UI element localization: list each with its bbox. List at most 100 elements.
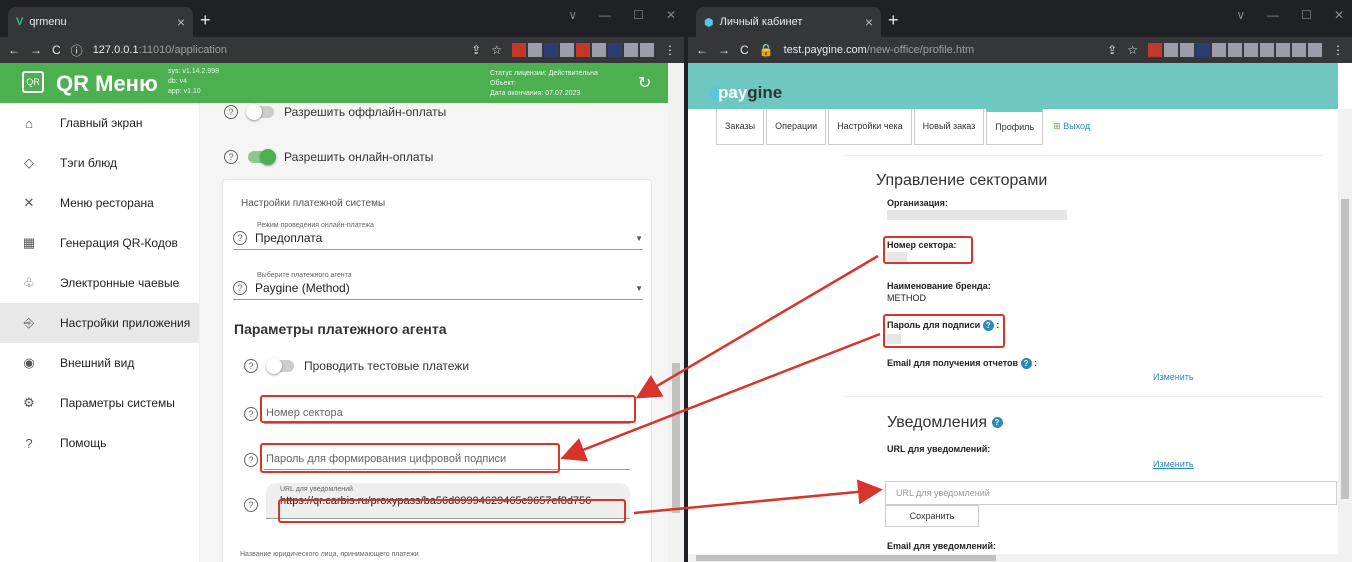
- tab-strip: ⬢ Личный кабинет × + ∨ — ☐ ✕: [688, 0, 1352, 37]
- tab-title: qrmenu: [29, 16, 67, 28]
- url-field[interactable]: 127.0.0.1:11010/application: [93, 44, 227, 56]
- sidebar-item-help[interactable]: ? Помощь: [0, 423, 199, 463]
- close-tab-icon[interactable]: ×: [865, 14, 873, 30]
- scrollbar[interactable]: [1338, 109, 1352, 562]
- sector-help: ?: [244, 407, 258, 421]
- minimize-icon[interactable]: —: [599, 8, 611, 22]
- chevron-down-icon[interactable]: ∨: [1236, 8, 1245, 22]
- settings-app-icon: ⎆: [23, 315, 35, 330]
- sidebar-item-qr[interactable]: ▦ Генерация QR-Кодов: [0, 223, 199, 263]
- tab-logout[interactable]: ⊞ Выход: [1045, 109, 1099, 145]
- payment-mode-select[interactable]: Режим проведения онлайн-платежа ? Предопл…: [233, 222, 643, 250]
- reload-icon[interactable]: C: [740, 43, 749, 57]
- url-field[interactable]: test.paygine.com/new-office/profile.htm: [784, 44, 975, 56]
- lock-icon[interactable]: 🔒: [759, 43, 774, 57]
- help-icon[interactable]: ?: [244, 453, 258, 467]
- sidebar-item-menu[interactable]: ✕ Меню ресторана: [0, 183, 199, 223]
- paygine-favicon-icon: ⬢: [704, 16, 714, 29]
- new-tab-button[interactable]: +: [200, 10, 211, 31]
- chevron-down-icon[interactable]: ∨: [568, 8, 577, 22]
- minimize-icon[interactable]: —: [1267, 8, 1279, 22]
- close-tab-icon[interactable]: ×: [177, 14, 185, 30]
- card-title: Настройки платежной системы: [241, 198, 386, 209]
- caret-down-icon: ▼: [635, 283, 643, 293]
- sidebar: ⌂ Главный экран ◇ Тэги блюд ✕ Меню ресторан…: [0, 103, 200, 562]
- horizontal-scrollbar[interactable]: [688, 554, 1338, 562]
- scrollbar[interactable]: [668, 63, 684, 562]
- share-icon[interactable]: ⇪: [471, 43, 481, 57]
- app-header: QR QR Меню sys: v1.14.2.998 db: v4 app: v1…: [0, 63, 668, 103]
- tab-orders[interactable]: Заказы: [716, 109, 765, 145]
- agent-params-title: Параметры платежного агента: [234, 321, 447, 337]
- cutlery-icon: ✕: [23, 195, 35, 210]
- browser-tab-qrmenu[interactable]: V qrmenu ×: [8, 7, 193, 37]
- forward-icon[interactable]: →: [30, 43, 42, 57]
- online-payments-toggle[interactable]: [248, 149, 276, 165]
- help-icon: ?: [233, 231, 247, 245]
- info-icon[interactable]: ⓘ: [71, 42, 83, 59]
- help-icon: ?: [1020, 358, 1032, 370]
- tab-operations[interactable]: Операции: [766, 109, 827, 145]
- help-icon[interactable]: ?: [224, 150, 238, 164]
- save-button[interactable]: Сохранить: [885, 505, 979, 527]
- tab-title: Личный кабинет: [719, 16, 803, 28]
- eye-icon: ◉: [23, 355, 35, 370]
- back-icon[interactable]: ←: [8, 43, 20, 57]
- new-tab-button[interactable]: +: [888, 10, 899, 31]
- browser-tab-cabinet[interactable]: ⬢ Личный кабинет ×: [696, 7, 881, 37]
- notification-url-input[interactable]: URL для уведомлений: [885, 481, 1337, 505]
- tag-icon: ◇: [24, 155, 34, 170]
- version-info: sys: v1.14.2.998 db: v4 app: v1.10: [168, 68, 219, 95]
- reload-icon[interactable]: C: [52, 43, 61, 57]
- caret-down-icon: ▼: [635, 233, 643, 243]
- online-payments-row: ? Разрешить онлайн-оплаты: [224, 149, 433, 165]
- url-help: ?: [244, 498, 258, 512]
- legal-entity-label: Название юридического лица, принимающего…: [240, 551, 419, 558]
- sidebar-item-settings[interactable]: ⎆ Настройки приложения: [0, 303, 199, 343]
- highlight-sign: [883, 314, 1005, 348]
- org-value-redacted: [887, 210, 1067, 220]
- help-icon[interactable]: ?: [244, 359, 258, 373]
- help-icon[interactable]: ?: [244, 498, 258, 512]
- highlight-url: [278, 499, 626, 523]
- bookmark-star-icon[interactable]: ☆: [1127, 43, 1138, 57]
- tips-icon: ♧: [23, 275, 35, 290]
- menu-kebab-icon[interactable]: ⋮: [664, 43, 676, 57]
- change-email-link[interactable]: Изменить: [1153, 372, 1194, 382]
- tab-receipt-settings[interactable]: Настройки чека: [828, 109, 912, 145]
- sidebar-item-system[interactable]: ⚙ Параметры системы: [0, 383, 199, 423]
- change-url-link[interactable]: Изменить: [1153, 459, 1194, 469]
- highlight-password: [260, 443, 560, 473]
- tab-strip: V qrmenu × + ∨ — ☐ ✕: [0, 0, 684, 37]
- logout-icon: ⊞: [1053, 121, 1061, 131]
- help-icon: ?: [25, 435, 33, 451]
- maximize-icon[interactable]: ☐: [1301, 8, 1312, 22]
- close-window-icon[interactable]: ✕: [666, 8, 676, 22]
- sectors-title: Управление секторами: [876, 172, 1048, 189]
- notif-email-label: Email для уведомлений:: [887, 541, 996, 551]
- close-window-icon[interactable]: ✕: [1334, 8, 1344, 22]
- offline-payments-row: ? Разрешить оффлайн-оплаты: [224, 104, 446, 120]
- highlight-sector: [260, 395, 636, 423]
- help-icon[interactable]: ?: [224, 105, 238, 119]
- maximize-icon[interactable]: ☐: [633, 8, 644, 22]
- refresh-icon[interactable]: ↻: [638, 73, 651, 93]
- back-icon[interactable]: ←: [696, 43, 708, 57]
- help-icon[interactable]: ?: [244, 407, 258, 421]
- share-icon[interactable]: ⇪: [1107, 43, 1117, 57]
- offline-payments-toggle[interactable]: [246, 104, 274, 120]
- extensions-bar: [1148, 43, 1322, 57]
- tab-new-order[interactable]: Новый заказ: [913, 109, 985, 145]
- sidebar-item-tips[interactable]: ♧ Электронные чаевые: [0, 263, 199, 303]
- tab-profile[interactable]: Профиль: [986, 109, 1044, 145]
- extensions-bar: [512, 43, 654, 57]
- test-payments-toggle[interactable]: [266, 358, 294, 374]
- bookmark-star-icon[interactable]: ☆: [491, 43, 502, 57]
- license-info: Статус лицензии: Действительна Объект: Дат…: [490, 70, 598, 97]
- sidebar-item-home[interactable]: ⌂ Главный экран: [0, 103, 199, 143]
- forward-icon[interactable]: →: [718, 43, 730, 57]
- payment-agent-select[interactable]: Выберите платежного агента ? Paygine (Met…: [233, 272, 643, 300]
- sidebar-item-tags[interactable]: ◇ Тэги блюд: [0, 143, 199, 183]
- menu-kebab-icon[interactable]: ⋮: [1332, 43, 1344, 57]
- sidebar-item-appearance[interactable]: ◉ Внешний вид: [0, 343, 199, 383]
